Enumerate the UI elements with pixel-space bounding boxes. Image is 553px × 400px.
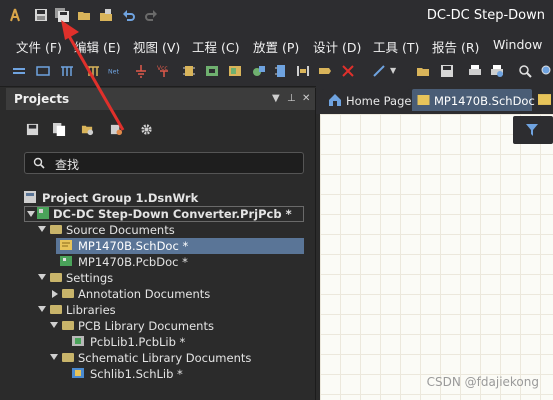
tree-item-label: Libraries bbox=[66, 303, 116, 317]
tab-label: Home Page bbox=[346, 94, 412, 108]
tree-item-label: PCB Library Documents bbox=[78, 319, 214, 333]
directive-icon[interactable] bbox=[318, 64, 332, 78]
line-tool-icon[interactable] bbox=[372, 64, 386, 78]
expand-arrow-icon[interactable] bbox=[38, 306, 46, 312]
menu-design[interactable]: 设计 (D) bbox=[313, 37, 361, 56]
menu-reports[interactable]: 报告 (R) bbox=[432, 37, 479, 56]
menu-place[interactable]: 放置 (P) bbox=[253, 37, 299, 56]
tree-item-pcblib[interactable]: PcbLib1.PcbLib * bbox=[6, 334, 315, 350]
chevron-down-icon[interactable]: ▼ bbox=[390, 66, 404, 80]
schematic-doc-icon bbox=[60, 240, 72, 250]
tree-item-label: DC-DC Step-Down Converter.PrjPcb * bbox=[53, 207, 292, 221]
zoom-area-icon[interactable] bbox=[540, 64, 553, 78]
tree-item-label: Schematic Library Documents bbox=[78, 351, 252, 365]
folder-icon bbox=[50, 305, 62, 314]
expand-arrow-icon[interactable] bbox=[27, 211, 35, 217]
menu-tools[interactable]: 工具 (T) bbox=[373, 37, 419, 56]
schematic-canvas[interactable] bbox=[320, 114, 553, 400]
folder-icon bbox=[62, 321, 74, 330]
tree-item-label: MP1470B.SchDoc * bbox=[78, 239, 189, 253]
schematic-doc-icon bbox=[417, 95, 430, 105]
projects-panel: Projects ▼ ⊥ ✕ 查找 Project Group 1.DsnWrk… bbox=[6, 88, 316, 400]
pcb-doc-icon bbox=[60, 256, 72, 266]
save-icon[interactable] bbox=[34, 8, 48, 22]
sheet-entry-icon[interactable] bbox=[228, 64, 242, 78]
gnd-icon[interactable] bbox=[134, 64, 148, 78]
tree-item-label: MP1470B.PcbDoc * bbox=[78, 255, 188, 269]
menu-project[interactable]: 工程 (C) bbox=[192, 37, 239, 56]
bus-icon[interactable] bbox=[36, 64, 50, 78]
folder-icon bbox=[50, 225, 62, 234]
tree-item-pcbdoc[interactable]: MP1470B.PcbDoc * bbox=[6, 254, 315, 270]
tab-home-page[interactable]: Home Page bbox=[322, 89, 412, 111]
tree-item-libraries[interactable]: Libraries bbox=[6, 302, 315, 318]
tree-item-project-group[interactable]: Project Group 1.DsnWrk bbox=[6, 190, 315, 206]
tree-item-label: Settings bbox=[66, 271, 114, 285]
expand-arrow-icon[interactable] bbox=[50, 322, 58, 328]
watermark-text: CSDN @fdajiekong bbox=[426, 375, 539, 389]
save-icon[interactable] bbox=[26, 123, 39, 136]
expand-arrow-icon[interactable] bbox=[50, 354, 58, 360]
tree-item-settings[interactable]: Settings bbox=[6, 270, 315, 286]
pcb-library-icon bbox=[72, 336, 84, 346]
expand-arrow-icon[interactable] bbox=[38, 226, 46, 232]
panel-toolbar bbox=[6, 114, 315, 142]
filter-icon bbox=[526, 124, 538, 136]
zoom-icon[interactable] bbox=[518, 64, 532, 78]
search-input[interactable]: 查找 bbox=[24, 152, 304, 174]
window-title: DC-DC Step-Down bbox=[426, 8, 545, 23]
expand-arrow-icon[interactable] bbox=[38, 274, 46, 280]
redo-icon[interactable] bbox=[144, 8, 158, 22]
collapse-arrow-icon[interactable] bbox=[52, 290, 58, 298]
tree-item-schlib[interactable]: Schlib1.SchLib * bbox=[6, 366, 315, 382]
pcb-doc-icon[interactable] bbox=[538, 93, 551, 106]
print-preview-icon[interactable] bbox=[490, 64, 504, 78]
tree-item-label: Annotation Documents bbox=[78, 287, 211, 301]
tree-item-label: Source Documents bbox=[66, 223, 175, 237]
tree-item-label: Project Group 1.DsnWrk bbox=[42, 191, 199, 205]
vcc-icon[interactable]: Vcc bbox=[157, 64, 171, 78]
schematic-library-icon bbox=[72, 368, 84, 378]
part-icon[interactable] bbox=[182, 64, 196, 78]
device-sheet-icon[interactable] bbox=[252, 64, 266, 78]
folder-icon bbox=[62, 289, 74, 298]
tree-item-label: Schlib1.SchLib * bbox=[90, 367, 183, 381]
pin-icon[interactable]: ⊥ bbox=[287, 93, 296, 104]
folder-icon bbox=[62, 353, 74, 362]
panel-header: Projects ▼ ⊥ ✕ bbox=[6, 88, 315, 110]
save-icon[interactable] bbox=[440, 64, 454, 78]
tab-schdoc[interactable]: MP1470B.SchDoc * bbox=[412, 89, 544, 111]
menu-window[interactable]: Window bbox=[493, 37, 542, 52]
tree-item-annotation-documents[interactable]: Annotation Documents bbox=[6, 286, 315, 302]
sheet-symbol-icon[interactable] bbox=[205, 64, 219, 78]
folder-icon bbox=[50, 273, 62, 282]
pcb-project-icon bbox=[37, 207, 49, 219]
filter-button[interactable] bbox=[513, 116, 553, 144]
tree-item-schdoc[interactable]: MP1470B.SchDoc * bbox=[56, 238, 304, 254]
signal-harness-icon[interactable] bbox=[296, 64, 310, 78]
red-annotation-arrow-icon bbox=[61, 20, 125, 131]
harness-connector-icon[interactable] bbox=[274, 64, 288, 78]
net-color-icon[interactable] bbox=[12, 64, 26, 78]
tree-item-project[interactable]: DC-DC Step-Down Converter.PrjPcb * bbox=[24, 206, 304, 222]
print-icon[interactable] bbox=[468, 64, 482, 78]
panel-menu-icon[interactable]: ▼ bbox=[272, 93, 280, 104]
altium-logo-icon bbox=[10, 8, 20, 22]
tree-item-schematic-library-documents[interactable]: Schematic Library Documents bbox=[6, 350, 315, 366]
tree-item-pcb-library-documents[interactable]: PCB Library Documents bbox=[6, 318, 315, 334]
search-icon bbox=[33, 157, 45, 169]
tree-item-source-documents[interactable]: Source Documents bbox=[6, 222, 315, 238]
menu-view[interactable]: 视图 (V) bbox=[133, 37, 180, 56]
workspace-icon bbox=[24, 191, 36, 203]
home-icon bbox=[329, 94, 341, 106]
tree-item-label: PcbLib1.PcbLib * bbox=[90, 335, 186, 349]
gear-icon[interactable] bbox=[140, 123, 153, 136]
document-tab-bar: Home Page MP1470B.SchDoc * bbox=[316, 86, 553, 114]
open-folder-icon[interactable] bbox=[416, 64, 430, 78]
close-icon[interactable]: ✕ bbox=[302, 93, 310, 104]
no-erc-icon[interactable] bbox=[341, 64, 355, 78]
search-placeholder: 查找 bbox=[55, 158, 80, 172]
tab-label: MP1470B.SchDoc * bbox=[434, 94, 545, 108]
